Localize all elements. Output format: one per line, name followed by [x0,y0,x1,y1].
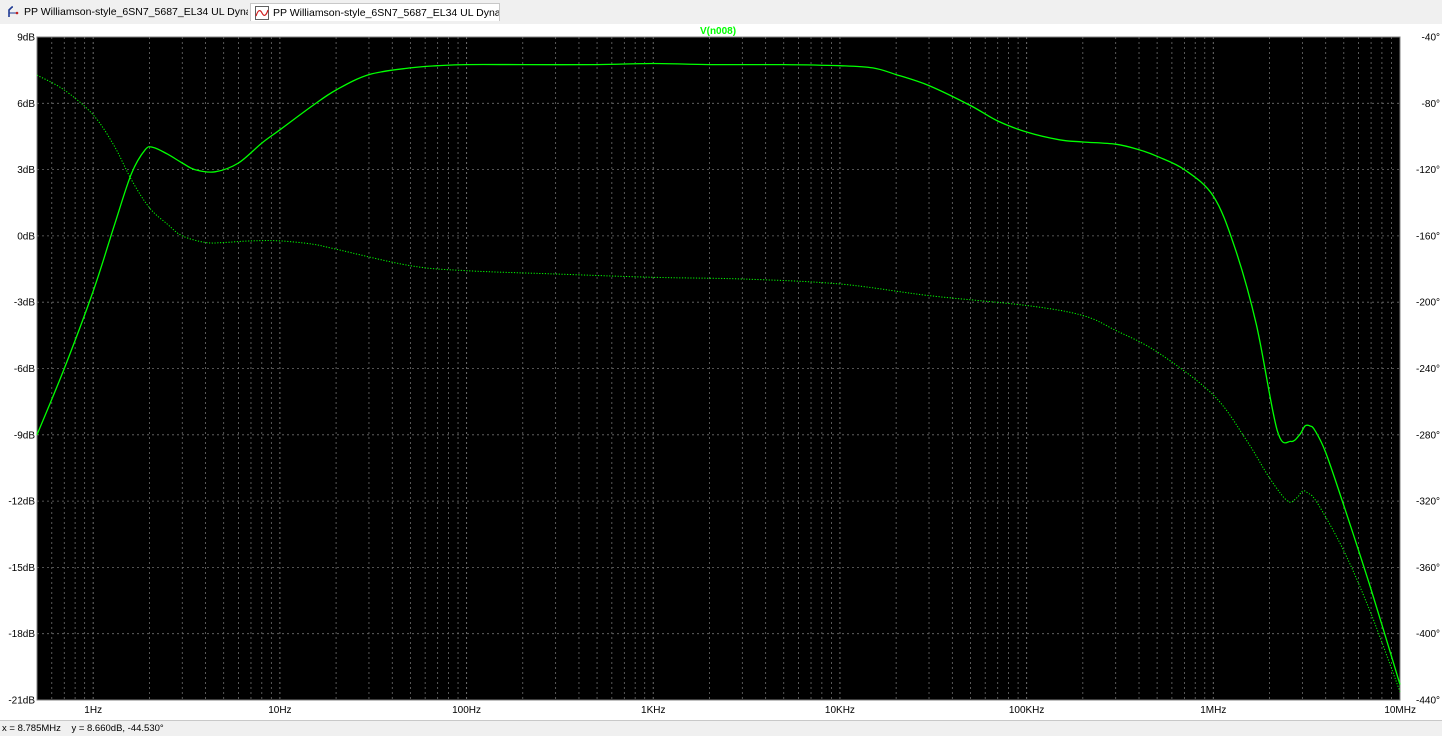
schematic-icon [6,5,20,19]
y-left-tick-label: 6dB [17,99,35,110]
y-left-tick-label: -15dB [8,563,35,574]
y-right-tick-label: -360° [1416,563,1440,574]
y-left-tick-label: -9dB [14,430,35,441]
y-left-tick-label: -12dB [8,497,35,508]
waveform-icon [255,5,269,20]
bode-plot-chart[interactable]: 9dB 6dB 3dB 0dB -3dB -6dB -9dB -12dB -15dB -18dB -… [0,24,1442,720]
waveform-plot-pane[interactable]: 9dB 6dB 3dB 0dB -3dB -6dB -9dB -12dB -15dB -18dB -… [0,24,1442,720]
y-right-tick-label: -200° [1416,298,1440,309]
y-right-tick-label: -160° [1416,231,1440,242]
status-bar: x = 8.785MHz y = 8.660dB, -44.530° [0,720,1442,736]
left-axis-labels: 9dB 6dB 3dB 0dB -3dB -6dB -9dB -12dB -15dB -18dB -… [8,33,35,707]
trace-title[interactable]: V(n008) [700,26,736,37]
y-right-tick-label: -120° [1416,165,1440,176]
x-tick-label: 10Hz [268,705,291,716]
x-tick-label: 1MHz [1200,705,1226,716]
cursor-y-readout: y = 8.660dB, -44.530° [71,723,164,734]
x-tick-label: 100KHz [1009,705,1045,716]
tab-waveform-label: PP Williamson-style_6SN7_5687_EL34 UL Dy… [273,6,499,19]
x-tick-label: 1KHz [641,705,665,716]
y-right-tick-label: -440° [1416,696,1440,707]
y-right-tick-label: -280° [1416,430,1440,441]
y-right-tick-label: -320° [1416,497,1440,508]
y-left-tick-label: 0dB [17,231,35,242]
right-axis-labels: -40° -80° -120° -160° -200° -240° -280° -320° -3… [1416,33,1440,707]
y-left-tick-label: 9dB [17,33,35,44]
document-tab-bar: PP Williamson-style_6SN7_5687_EL34 UL Dy… [0,0,1442,25]
y-left-tick-label: -3dB [14,298,35,309]
y-right-tick-label: -40° [1422,33,1440,44]
y-left-tick-label: 3dB [17,165,35,176]
y-left-tick-label: -21dB [8,696,35,707]
x-tick-label: 10KHz [825,705,855,716]
tab-schematic-label: PP Williamson-style_6SN7_5687_EL34 UL Dy… [24,6,248,18]
y-right-tick-label: -400° [1416,629,1440,640]
y-left-tick-label: -6dB [14,364,35,375]
x-tick-label: 10MHz [1384,705,1416,716]
bottom-axis-labels: 1Hz 10Hz 100Hz 1KHz 10KHz 100KHz 1MHz 10MHz [84,705,1416,716]
y-left-tick-label: -18dB [8,629,35,640]
y-right-tick-label: -240° [1416,364,1440,375]
x-tick-label: 100Hz [452,705,481,716]
tab-waveform[interactable]: PP Williamson-style_6SN7_5687_EL34 UL Dy… [250,3,500,21]
cursor-x-readout: x = 8.785MHz [2,723,61,734]
y-right-tick-label: -80° [1422,99,1440,110]
x-tick-label: 1Hz [84,705,102,716]
tab-schematic[interactable]: PP Williamson-style_6SN7_5687_EL34 UL Dy… [2,3,248,21]
